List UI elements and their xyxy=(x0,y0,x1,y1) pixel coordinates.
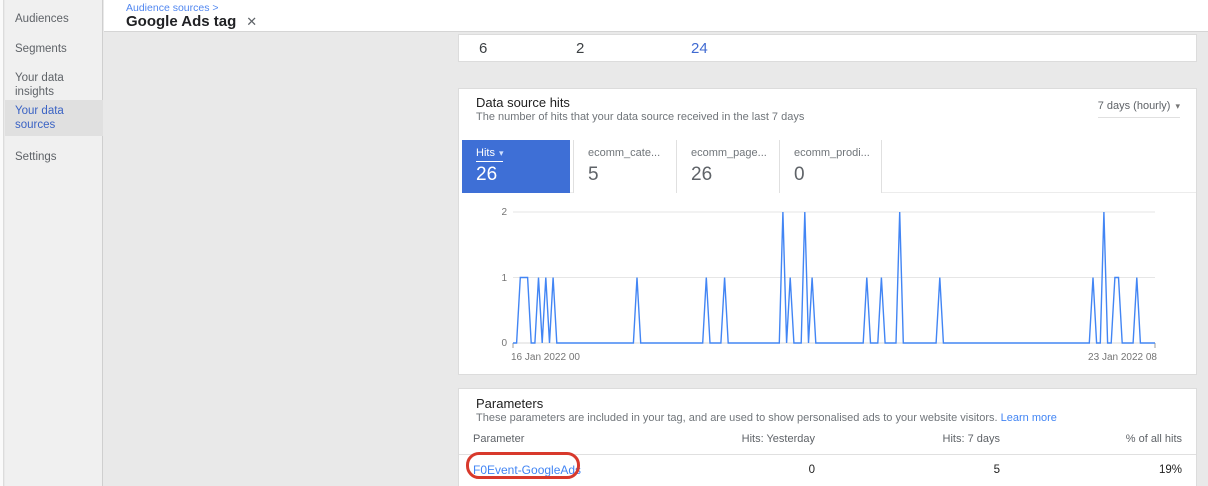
cell-pct-of-all-hits: 19% xyxy=(1000,464,1182,476)
summary-value-2: 2 xyxy=(576,40,584,57)
data-source-hits-title: Data source hits xyxy=(476,95,570,110)
close-icon[interactable]: ✕ xyxy=(246,14,257,29)
page-title: Google Ads tag ✕ xyxy=(126,13,257,30)
summary-value-3-link[interactable]: 24 xyxy=(691,40,708,57)
tab-ecomm-page[interactable]: ecomm_page... 26 xyxy=(676,140,779,193)
sidebar-item-label: Segments xyxy=(15,43,67,55)
data-source-hits-subtitle: The number of hits that your data source… xyxy=(476,111,804,123)
tab-label-text: Hits xyxy=(476,147,495,159)
data-source-hits-card: Data source hits The number of hits that… xyxy=(458,88,1197,375)
sidebar-item-audiences[interactable]: Audiences xyxy=(5,8,103,30)
tab-ecomm-prodi[interactable]: ecomm_prodi... 0 xyxy=(779,140,882,193)
tab-label-text: ecomm_prodi... xyxy=(794,147,870,159)
page-title-text: Google Ads tag xyxy=(126,13,236,30)
left-sidebar: Audiences Segments Your data insights Yo… xyxy=(5,0,103,486)
sidebar-item-label: Your data insights xyxy=(15,72,64,98)
x-label-start: 16 Jan 2022 00 xyxy=(511,352,580,363)
tab-hits-label[interactable]: Hits ▾ xyxy=(476,147,503,162)
window-left-edge xyxy=(0,0,4,486)
sidebar-item-your-data-sources[interactable]: Your data sources xyxy=(5,100,103,136)
sidebar-item-segments[interactable]: Segments xyxy=(5,38,103,60)
tab-value: 26 xyxy=(691,164,712,186)
learn-more-link[interactable]: Learn more xyxy=(1001,412,1057,424)
parameters-table-header: Parameter Hits: Yesterday Hits: 7 days %… xyxy=(459,433,1196,455)
sidebar-item-settings[interactable]: Settings xyxy=(5,146,103,168)
table-row: F0Event-GoogleAds 0 5 19% xyxy=(459,455,1196,485)
parameters-subtitle: These parameters are included in your ta… xyxy=(476,412,1057,424)
chevron-down-icon: ▾ xyxy=(1175,101,1180,111)
tab-hits[interactable]: Hits ▾ 26 xyxy=(462,140,570,193)
summary-card: 6 2 24 xyxy=(458,34,1197,62)
column-header-hits-7-days: Hits: 7 days xyxy=(815,433,1000,445)
parameters-subtitle-text: These parameters are included in your ta… xyxy=(476,412,998,424)
date-range-selector[interactable]: 7 days (hourly) ▾ xyxy=(1098,100,1180,118)
summary-value-1: 6 xyxy=(479,40,487,57)
parameters-title: Parameters xyxy=(476,396,543,411)
sidebar-item-your-data-insights[interactable]: Your data insights xyxy=(5,67,103,103)
y-tick-0: 0 xyxy=(501,338,507,349)
date-range-value: 7 days (hourly) xyxy=(1098,100,1171,112)
column-header-hits-yesterday: Hits: Yesterday xyxy=(655,433,815,445)
y-tick-2: 2 xyxy=(501,207,507,218)
sidebar-item-label: Your data sources xyxy=(15,105,64,131)
x-label-end: 23 Jan 2022 08 xyxy=(1088,352,1157,363)
tab-label-text: ecomm_page... xyxy=(691,147,767,159)
tab-label-text: ecomm_cate... xyxy=(588,147,660,159)
tab-hits-value: 26 xyxy=(476,164,497,186)
column-header-pct-of-all-hits: % of all hits xyxy=(1000,433,1182,445)
parameter-link[interactable]: F0Event-GoogleAds xyxy=(473,463,655,477)
cell-hits-7-days: 5 xyxy=(815,464,1000,476)
metric-tabs: Hits ▾ 26 ecomm_cate... 5 ecomm_page... 2… xyxy=(462,140,1196,193)
page-header: Audience sources > Google Ads tag✕ xyxy=(104,0,1208,32)
column-header-parameter: Parameter xyxy=(473,433,655,445)
hits-line-chart: 2 1 0 16 Jan 2022 00 23 Jan 2022 08 xyxy=(495,204,1185,369)
tab-value: 5 xyxy=(588,164,599,186)
sidebar-item-label: Audiences xyxy=(15,13,69,25)
tab-value: 0 xyxy=(794,164,805,186)
tab-ecomm-cate[interactable]: ecomm_cate... 5 xyxy=(573,140,676,193)
cell-hits-yesterday: 0 xyxy=(655,464,815,476)
sidebar-item-label: Settings xyxy=(15,151,57,163)
parameters-card: Parameters These parameters are included… xyxy=(458,388,1197,486)
y-tick-1: 1 xyxy=(501,273,507,284)
chevron-down-icon: ▾ xyxy=(499,148,504,158)
